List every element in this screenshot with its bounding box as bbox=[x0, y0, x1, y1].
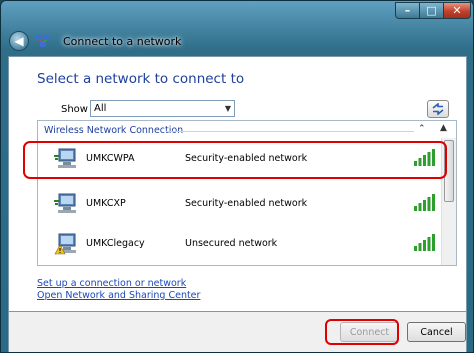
minimize-icon: – bbox=[404, 4, 411, 17]
minimize-button[interactable]: – bbox=[395, 2, 420, 19]
close-button[interactable]: ✕ bbox=[443, 2, 471, 19]
connect-highlight-annotation bbox=[325, 319, 399, 345]
back-button[interactable]: ◀ bbox=[9, 31, 29, 51]
back-arrow-icon: ◀ bbox=[14, 34, 24, 48]
refresh-icon bbox=[432, 103, 444, 115]
chevron-down-icon: ▼ bbox=[224, 104, 231, 113]
setup-connection-link[interactable]: Set up a connection or network bbox=[37, 278, 186, 289]
network-security: Security-enabled network bbox=[185, 198, 308, 209]
network-name: UMKClegacy bbox=[86, 238, 145, 249]
signal-strength-icon bbox=[414, 194, 435, 211]
close-icon: ✕ bbox=[452, 4, 462, 17]
title-bar[interactable]: – □ ✕ ◀ Connect to a network bbox=[1, 1, 473, 57]
network-item-umkcxp[interactable]: UMKCXP Security-enabled network bbox=[38, 184, 438, 224]
cancel-button[interactable]: Cancel bbox=[407, 322, 466, 342]
maximize-icon: □ bbox=[426, 4, 437, 17]
network-item-umkclegacy[interactable]: UMKClegacy Unsecured network bbox=[38, 224, 438, 264]
collapse-group-icon[interactable]: ⌃ bbox=[418, 124, 426, 134]
refresh-button[interactable] bbox=[427, 100, 449, 118]
window-title: Connect to a network bbox=[63, 35, 182, 48]
network-name: UMKCXP bbox=[86, 198, 126, 209]
show-filter-value: All bbox=[94, 103, 107, 114]
show-filter-dropdown[interactable]: All ▼ bbox=[90, 100, 235, 117]
connect-to-network-window: – □ ✕ ◀ Connect to a network Select a ne… bbox=[0, 0, 474, 353]
signal-strength-icon bbox=[414, 234, 435, 251]
maximize-button[interactable]: □ bbox=[419, 2, 444, 19]
content-pane: Select a network to connect to Show All … bbox=[8, 56, 467, 312]
secured-network-icon bbox=[54, 193, 76, 213]
network-security: Unsecured network bbox=[185, 238, 278, 249]
unsecured-network-icon bbox=[54, 233, 76, 255]
show-label: Show bbox=[61, 104, 88, 115]
network-highlight-annotation bbox=[23, 141, 447, 179]
network-app-icon bbox=[36, 35, 50, 47]
scroll-up-icon[interactable]: ▲ bbox=[440, 123, 447, 133]
page-heading: Select a network to connect to bbox=[37, 71, 245, 87]
group-divider bbox=[166, 131, 414, 132]
network-sharing-center-link[interactable]: Open Network and Sharing Center bbox=[37, 290, 200, 301]
group-header: Wireless Network Connection bbox=[44, 125, 184, 136]
